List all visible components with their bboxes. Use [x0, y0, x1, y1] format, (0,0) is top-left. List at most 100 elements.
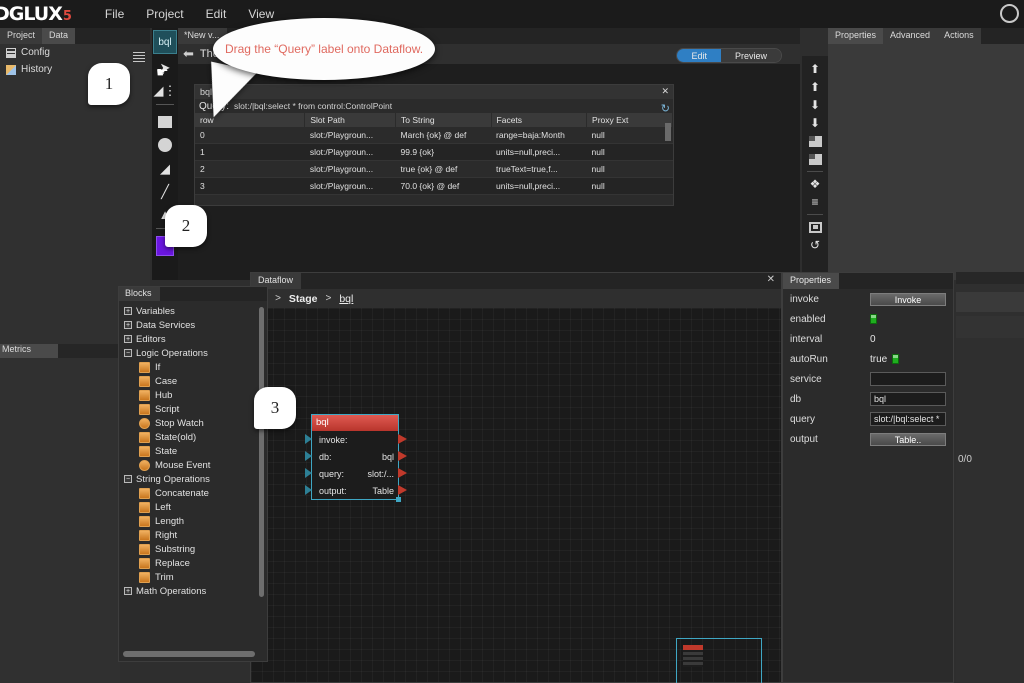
ellipse-icon[interactable]: [154, 135, 176, 155]
node-resize-handle[interactable]: [396, 497, 401, 502]
blocks-group-math-operations[interactable]: + Math Operations: [119, 584, 267, 598]
close-icon[interactable]: ✕: [767, 274, 775, 285]
collapse-icon[interactable]: −: [124, 475, 132, 483]
blocks-horizontal-scrollbar[interactable]: [123, 651, 255, 657]
col-slot-path[interactable]: Slot Path: [304, 113, 397, 127]
bring-to-front-icon[interactable]: ⬆: [805, 60, 825, 78]
port-in-icon[interactable]: [305, 468, 312, 478]
block-hub[interactable]: Hub: [119, 388, 267, 402]
property-value[interactable]: true: [870, 354, 900, 365]
table-row[interactable]: 2 slot:/Playgroun... true {ok} @ def tru…: [195, 160, 673, 178]
blocks-group-string-operations[interactable]: − String Operations: [119, 472, 267, 486]
menu-view[interactable]: View: [248, 7, 274, 21]
refresh-icon[interactable]: ↻: [661, 102, 670, 115]
block-left[interactable]: Left: [119, 500, 267, 514]
port-in-icon[interactable]: [305, 485, 312, 495]
port-out-icon[interactable]: [398, 434, 407, 444]
blocks-group-variables[interactable]: + Variables: [119, 304, 267, 318]
back-arrow-icon[interactable]: ⬅: [183, 46, 194, 62]
expand-icon[interactable]: +: [124, 307, 132, 315]
port-out-icon[interactable]: [398, 451, 407, 461]
tab-data[interactable]: Data: [42, 28, 76, 44]
rectangle-icon[interactable]: [154, 112, 176, 132]
dataflow-canvas[interactable]: bql invoke: db: bql query: slot:/... out…: [251, 308, 781, 683]
block-substring[interactable]: Substring: [119, 542, 267, 556]
dataflow-node-bql[interactable]: bql invoke: db: bql query: slot:/... out…: [305, 414, 407, 502]
undo-icon[interactable]: ↺: [805, 236, 825, 254]
send-backward-icon[interactable]: ⬇: [805, 96, 825, 114]
block-script[interactable]: Script: [119, 402, 267, 416]
fit-icon[interactable]: ❖: [805, 175, 825, 193]
port-out-icon[interactable]: [398, 468, 407, 478]
collapse-icon[interactable]: −: [124, 349, 132, 357]
blocks-group-editors[interactable]: + Editors: [119, 332, 267, 346]
col-to-string[interactable]: To String: [395, 113, 492, 127]
menu-edit[interactable]: Edit: [206, 7, 227, 21]
service-field[interactable]: [870, 372, 946, 386]
send-to-back-icon[interactable]: ⬇: [805, 114, 825, 132]
block-replace[interactable]: Replace: [119, 556, 267, 570]
breadcrumb-stage[interactable]: Stage: [289, 293, 318, 305]
toggle-edit[interactable]: Edit: [677, 49, 721, 62]
table-row[interactable]: 3 slot:/Playgroun... 70.0 {ok} @ def uni…: [195, 177, 673, 195]
tab-metrics[interactable]: Metrics: [0, 344, 58, 358]
tab-actions[interactable]: Actions: [937, 28, 981, 44]
block-mouse-event[interactable]: Mouse Event: [119, 458, 267, 472]
block-concatenate[interactable]: Concatenate: [119, 486, 267, 500]
menu-file[interactable]: File: [105, 7, 124, 21]
tab-advanced[interactable]: Advanced: [883, 28, 938, 44]
distribute-icon[interactable]: [805, 150, 825, 168]
node-port-invoke[interactable]: invoke:: [305, 431, 407, 448]
port-out-icon[interactable]: [398, 485, 407, 495]
node-port-query[interactable]: query: slot:/...: [305, 465, 407, 482]
table-row[interactable]: 1 slot:/Playgroun... 99.9 {ok} units=nul…: [195, 143, 673, 161]
align-icon[interactable]: [805, 132, 825, 150]
blocks-vertical-scrollbar[interactable]: [259, 307, 264, 597]
node-port-db[interactable]: db: bql: [305, 448, 407, 465]
bql-scrollbar[interactable]: [665, 123, 671, 141]
pie-shape-icon[interactable]: ◢: [154, 158, 176, 178]
bring-forward-icon[interactable]: ⬆: [805, 78, 825, 96]
col-proxy-ext[interactable]: Proxy Ext: [586, 113, 673, 127]
search-icon[interactable]: [1000, 4, 1019, 23]
align-left-icon[interactable]: ≡: [805, 193, 825, 211]
line-icon[interactable]: ╱: [154, 181, 176, 201]
palette-bql-tool[interactable]: bql: [153, 30, 177, 54]
block-right[interactable]: Right: [119, 528, 267, 542]
node-port-output[interactable]: output: Table: [305, 482, 407, 499]
col-facets[interactable]: Facets: [491, 113, 588, 127]
tab-properties[interactable]: Properties: [828, 28, 884, 44]
tab-project[interactable]: Project: [0, 28, 43, 44]
invoke-button[interactable]: Invoke: [870, 292, 946, 306]
blocks-group-data-services[interactable]: + Data Services: [119, 318, 267, 332]
blocks-group-logic-operations[interactable]: − Logic Operations: [119, 346, 267, 360]
query-field[interactable]: slot:/|bql:select *: [870, 412, 946, 426]
property-value[interactable]: [870, 314, 877, 324]
port-in-icon[interactable]: [305, 451, 312, 461]
expand-icon[interactable]: +: [124, 587, 132, 595]
nav-item-config[interactable]: Config: [0, 44, 150, 61]
tab-blocks[interactable]: Blocks: [119, 287, 160, 301]
output-button[interactable]: Table..: [870, 432, 946, 446]
block-case[interactable]: Case: [119, 374, 267, 388]
block-stop-watch[interactable]: Stop Watch: [119, 416, 267, 430]
block-state-old[interactable]: State(old): [119, 430, 267, 444]
list-view-icon[interactable]: [133, 52, 145, 62]
table-row[interactable]: 0 slot:/Playgroun... March {ok} @ def ra…: [195, 127, 673, 144]
toggle-preview[interactable]: Preview: [720, 49, 781, 62]
block-trim[interactable]: Trim: [119, 570, 267, 584]
tab-properties[interactable]: Properties: [783, 273, 840, 289]
breadcrumb-bql[interactable]: bql: [339, 293, 353, 305]
property-value[interactable]: 0: [870, 334, 876, 345]
minimap[interactable]: [676, 638, 762, 683]
expand-icon[interactable]: +: [124, 321, 132, 329]
close-icon[interactable]: ✕: [661, 86, 669, 97]
marquee-select-icon[interactable]: ◢⋮: [154, 80, 177, 100]
frame-icon[interactable]: [805, 218, 825, 236]
db-field[interactable]: bql: [870, 392, 946, 406]
block-state[interactable]: State: [119, 444, 267, 458]
menu-project[interactable]: Project: [146, 7, 183, 21]
block-length[interactable]: Length: [119, 514, 267, 528]
port-in-icon[interactable]: [305, 434, 312, 444]
expand-icon[interactable]: +: [124, 335, 132, 343]
